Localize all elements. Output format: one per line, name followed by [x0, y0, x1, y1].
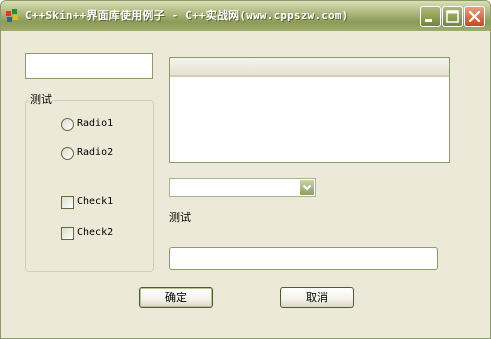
client-area: 测试 Radio1 Radio2 Check1 Check2 测试 确定 取消: [5, 31, 488, 336]
cancel-button[interactable]: 取消: [280, 287, 354, 308]
top-edit-field[interactable]: [25, 53, 153, 79]
list-control[interactable]: [169, 57, 450, 163]
ok-button[interactable]: 确定: [139, 287, 213, 308]
check2-label[interactable]: Check2: [77, 227, 113, 238]
app-icon: [6, 9, 18, 22]
maximize-icon: [446, 10, 459, 23]
test-static-label: 测试: [169, 211, 191, 224]
chevron-down-icon: [302, 184, 312, 191]
radio1-label[interactable]: Radio1: [77, 118, 113, 129]
title-bar[interactable]: C++Skin++界面库使用例子 - C++实战网(www.cppszw.com…: [1, 1, 490, 31]
combo-dropdown-button[interactable]: [299, 179, 315, 196]
window-title: C++Skin++界面库使用例子 - C++实战网(www.cppszw.com…: [25, 9, 349, 22]
app-window: C++Skin++界面库使用例子 - C++实战网(www.cppszw.com…: [0, 0, 491, 339]
check1-checkbox[interactable]: [61, 196, 74, 209]
check2-checkbox[interactable]: [61, 227, 74, 240]
minimize-icon: [425, 19, 432, 22]
minimize-button[interactable]: [420, 6, 441, 27]
close-icon: [468, 10, 481, 23]
radio2-button[interactable]: [61, 147, 74, 160]
close-button[interactable]: [464, 6, 485, 27]
combo-box[interactable]: [169, 178, 316, 197]
radio1-button[interactable]: [61, 118, 74, 131]
radio2-label[interactable]: Radio2: [77, 147, 113, 158]
bottom-edit-field[interactable]: [169, 247, 438, 270]
maximize-button[interactable]: [442, 6, 463, 27]
list-header[interactable]: [170, 58, 449, 77]
groupbox-label: 测试: [29, 91, 53, 107]
check1-label[interactable]: Check1: [77, 196, 113, 207]
